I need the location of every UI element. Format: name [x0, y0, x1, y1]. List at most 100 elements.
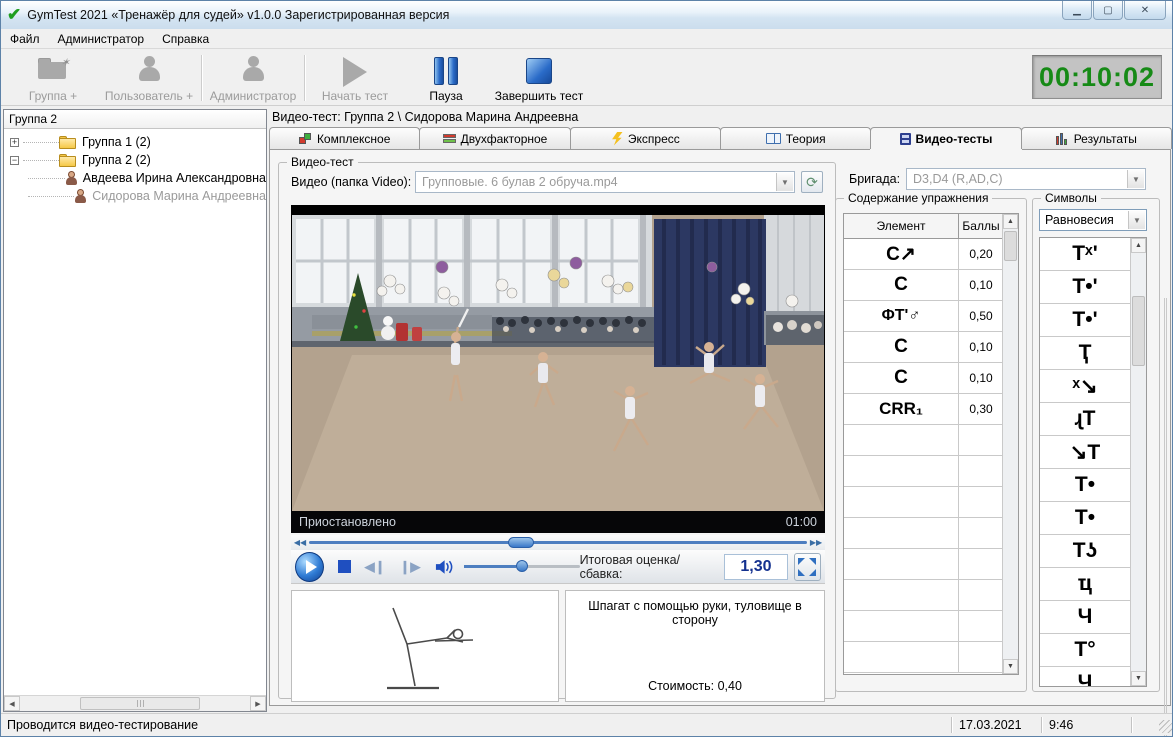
volume-slider[interactable]	[464, 565, 580, 568]
scroll-up-icon[interactable]: ▲	[1131, 238, 1146, 253]
video-frame-scene	[292, 215, 824, 511]
symbols-category-combobox[interactable]: Равновесия ▼	[1039, 209, 1147, 231]
collapse-icon[interactable]: −	[10, 156, 19, 165]
menu-administrator[interactable]: Администратор	[49, 30, 154, 48]
table-row[interactable]: C0,10	[844, 332, 1018, 363]
table-row[interactable]: C↗0,20	[844, 239, 1018, 270]
tree-node-group2[interactable]: − Группа 2 (2)	[4, 151, 266, 169]
status-time: 9:46	[1043, 716, 1129, 734]
symbols-scrollbar[interactable]: ▲ ▼	[1130, 238, 1146, 686]
tab-teoriya[interactable]: Теория	[720, 127, 871, 149]
scroll-down-icon[interactable]: ▼	[1131, 671, 1146, 686]
tab-results[interactable]: Результаты	[1021, 127, 1172, 149]
refresh-video-list-button[interactable]: ⟳	[801, 171, 823, 193]
tree-node-user-avdeeva[interactable]: Авдеева Ирина Александровна	[4, 169, 266, 187]
exercise-table-scrollbar[interactable]: ▲ ▼	[1002, 214, 1018, 674]
column-element: Элемент	[844, 214, 959, 238]
pause-button[interactable]: Пауза	[416, 52, 476, 103]
element-cost: Стоимость: 0,40	[572, 679, 818, 693]
scroll-up-icon[interactable]: ▲	[1003, 214, 1018, 229]
play-button[interactable]	[295, 552, 324, 582]
table-row[interactable]	[844, 425, 1018, 456]
brigade-combobox[interactable]: D3,D4 (R,AD,C) ▼	[906, 168, 1146, 190]
minimize-button[interactable]: ▁	[1062, 1, 1092, 20]
seek-back-icon[interactable]: ◀◀	[291, 538, 309, 547]
exercise-table-header: Элемент Баллы	[844, 214, 1018, 239]
administrator-button[interactable]: Администратор	[207, 52, 299, 103]
expand-icon[interactable]: +	[10, 138, 19, 147]
scrollbar-thumb[interactable]	[1004, 231, 1017, 261]
test-caption: Видео-тест: Группа 2 \ Сидорова Марина А…	[269, 109, 1171, 127]
tab-dvukhfaktornoe[interactable]: Двухфакторное	[419, 127, 570, 149]
test-timer: 00:10:02	[1032, 55, 1162, 99]
finish-test-stop-icon	[526, 58, 552, 84]
speaker-icon[interactable]	[434, 558, 455, 576]
table-row[interactable]	[844, 642, 1018, 673]
table-row[interactable]: C0,10	[844, 363, 1018, 394]
lightning-icon	[611, 132, 623, 146]
restore-button[interactable]: ▢	[1093, 1, 1123, 20]
toolbar-separator	[304, 55, 305, 101]
tree-header: Группа 2	[4, 110, 266, 129]
tree-horizontal-scrollbar[interactable]: ◀ ▶	[4, 695, 266, 711]
bars-icon	[443, 134, 456, 144]
chevron-down-icon[interactable]: ▼	[1128, 211, 1145, 229]
fullscreen-button[interactable]	[794, 553, 821, 581]
close-button[interactable]: ✕	[1124, 1, 1166, 20]
tree-node-group1[interactable]: + Группа 1 (2)	[4, 133, 266, 151]
element-figure-drawing	[335, 596, 515, 696]
pause-icon	[434, 57, 458, 85]
seek-forward-icon[interactable]: ▶▶	[807, 538, 825, 547]
table-row[interactable]: C0,10	[844, 270, 1018, 301]
seek-bar-row: ◀◀ ▶▶	[291, 535, 825, 550]
final-score-label: Итоговая оценка/сбавка:	[580, 553, 718, 581]
previous-frame-button[interactable]: ◀❙	[365, 559, 386, 575]
video-player[interactable]: Приостановлено 01:00	[291, 205, 825, 533]
video-file-label: Видео (папка Video):	[291, 175, 411, 189]
add-group-button[interactable]: ✶ Группа +	[13, 52, 93, 103]
seek-thumb[interactable]	[508, 537, 534, 548]
table-row[interactable]	[844, 580, 1018, 611]
book-icon	[766, 133, 781, 144]
scrollbar-thumb[interactable]	[1132, 296, 1145, 366]
table-row[interactable]	[844, 518, 1018, 549]
scrollbar-thumb[interactable]	[80, 697, 200, 710]
table-row[interactable]	[844, 456, 1018, 487]
video-overlay-bar: Приостановлено 01:00	[291, 511, 825, 533]
tab-express[interactable]: Экспресс	[570, 127, 721, 149]
bar-chart-icon	[1056, 133, 1069, 145]
start-test-button[interactable]: Начать тест	[313, 52, 397, 103]
brigade-label: Бригада:	[849, 172, 900, 186]
scroll-down-icon[interactable]: ▼	[1003, 659, 1018, 674]
tab-video-tests[interactable]: Видео-тесты	[870, 127, 1021, 149]
fullscreen-arrows-icon	[798, 558, 816, 576]
seek-bar[interactable]	[309, 541, 807, 544]
player-status: Приостановлено	[299, 515, 396, 529]
tree-node-user-sidorova[interactable]: Сидорова Марина Андреевна	[4, 187, 266, 205]
table-row[interactable]	[844, 611, 1018, 642]
tab-komplexnoe[interactable]: Комплексное	[269, 127, 420, 149]
menu-file[interactable]: Файл	[1, 30, 49, 48]
volume-thumb[interactable]	[516, 560, 528, 572]
chevron-down-icon[interactable]: ▼	[1127, 170, 1144, 188]
video-file-combobox[interactable]: Групповые. 6 булав 2 обруча.mp4 ▼	[415, 171, 795, 193]
finish-test-button[interactable]: Завершить тест	[491, 52, 587, 103]
element-description-box: Шпагат с помощью руки, туловище в сторон…	[565, 590, 825, 702]
table-row[interactable]: ΦТ'♂0,50	[844, 301, 1018, 332]
scroll-left-icon[interactable]: ◀	[4, 696, 20, 711]
table-row[interactable]: CRR₁0,30	[844, 394, 1018, 425]
menu-help[interactable]: Справка	[153, 30, 218, 48]
user-icon	[65, 171, 78, 186]
scroll-right-icon[interactable]: ▶	[250, 696, 266, 711]
add-user-button[interactable]: Пользователь +	[103, 52, 195, 103]
cubes-icon	[299, 133, 312, 145]
table-row[interactable]	[844, 487, 1018, 518]
next-frame-button[interactable]: ❙▶	[400, 559, 421, 575]
video-tests-panel: Видео-тест Видео (папка Video): Групповы…	[269, 149, 1171, 706]
symbols-list: Тˣ' Т•' Т•' Ҭ ˣ↘ ɻТ ↘Т Т• Т• Тʖ ҵ Ч Т° Ч…	[1039, 237, 1147, 687]
resize-grip[interactable]	[1159, 720, 1172, 733]
stop-button[interactable]	[338, 560, 351, 573]
chevron-down-icon[interactable]: ▼	[776, 173, 793, 191]
table-row[interactable]	[844, 549, 1018, 580]
user-icon	[74, 189, 87, 204]
